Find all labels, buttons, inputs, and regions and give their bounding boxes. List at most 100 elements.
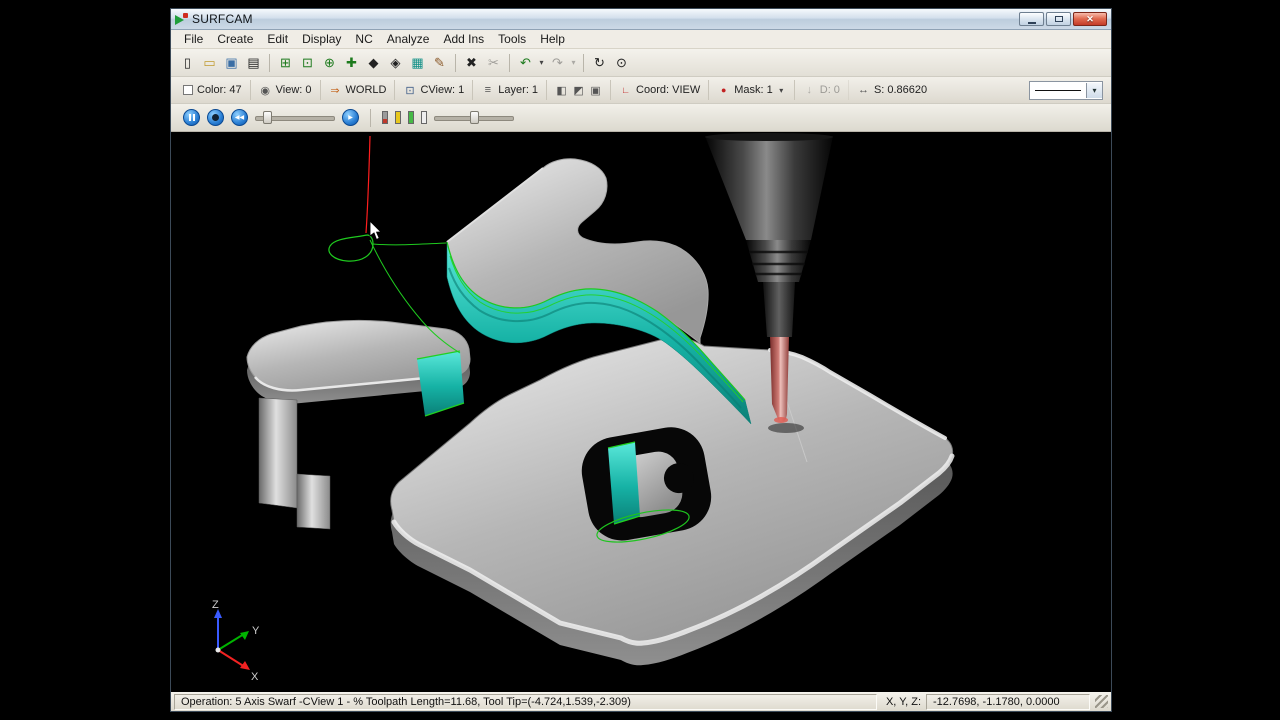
toolbar-separator <box>455 54 456 72</box>
color-checkbox[interactable] <box>183 85 193 95</box>
collet-nut <box>746 240 811 282</box>
stop-button[interactable] <box>207 109 224 126</box>
new-file-icon[interactable]: ▯ <box>177 52 198 73</box>
line-style-combobox[interactable]: ▾ <box>1029 81 1103 100</box>
show-holder-toggle[interactable] <box>395 111 401 124</box>
line-style-caret-icon[interactable]: ▾ <box>1086 83 1102 98</box>
line-style-preview <box>1035 90 1081 91</box>
show-stock-toggle[interactable] <box>408 111 414 124</box>
resize-grip[interactable] <box>1095 695 1108 708</box>
select-icon[interactable]: ⊙ <box>611 52 632 73</box>
xyz-readout: -12.7698, -1.1780, 0.0000 <box>926 694 1090 710</box>
scale-field[interactable]: ↔ S: 0.86620 <box>849 80 935 100</box>
depth-label: D: 0 <box>820 84 840 96</box>
print-icon[interactable]: ▤ <box>243 52 264 73</box>
cview-field[interactable]: ⊡ CView: 1 <box>395 80 473 100</box>
menu-create[interactable]: Create <box>210 31 260 47</box>
depth-icon: ↓ <box>803 84 816 96</box>
construction-view-field[interactable]: ⇒ WORLD <box>321 80 396 100</box>
refresh-icon[interactable]: ↻ <box>589 52 610 73</box>
zoom-window-icon[interactable]: ⊡ <box>297 52 318 73</box>
close-button[interactable]: ✕ <box>1073 12 1107 26</box>
rewind-button[interactable]: ◀◀ <box>231 109 248 126</box>
view-cube-icon[interactable]: ◧ <box>555 84 568 97</box>
zoom-all-icon[interactable]: ⊞ <box>275 52 296 73</box>
simulate-icon[interactable]: ◈ <box>385 52 406 73</box>
pause-button[interactable] <box>183 109 200 126</box>
speed-slider[interactable] <box>434 110 514 125</box>
layers-icon: ≡ <box>481 84 494 96</box>
menu-display[interactable]: Display <box>295 31 348 47</box>
zoom-in-icon[interactable]: ⊕ <box>319 52 340 73</box>
menu-edit[interactable]: Edit <box>260 31 295 47</box>
title-bar[interactable]: SURFCAM ✕ <box>171 9 1111 30</box>
toolbar-separator <box>509 54 510 72</box>
view-mode-group: ◧ ◩ ▣ <box>547 80 611 100</box>
menu-tools[interactable]: Tools <box>491 31 533 47</box>
machined-part <box>247 159 953 665</box>
depth-field[interactable]: ↓ D: 0 <box>795 80 849 100</box>
shade-mode-icon[interactable]: ◩ <box>572 84 585 97</box>
axis-x-label: X <box>251 671 259 683</box>
mask-label: Mask: 1 <box>734 84 773 96</box>
maximize-icon <box>1055 16 1063 22</box>
minimize-button[interactable] <box>1019 12 1044 26</box>
viewport[interactable]: Z Y X <box>171 132 1111 692</box>
simulation-toolbar: ◀◀ ▶ <box>171 104 1111 132</box>
wireframe-mode-icon[interactable]: ▣ <box>589 84 602 97</box>
undo-caret-icon[interactable]: ▾ <box>537 58 546 67</box>
menu-nc[interactable]: NC <box>348 31 379 47</box>
redo-icon[interactable]: ↷ <box>547 52 568 73</box>
color-label: Color: 47 <box>197 84 242 96</box>
toolbar-separator <box>269 54 270 72</box>
part-leg <box>297 474 330 529</box>
world-arrow-icon: ⇒ <box>329 84 342 97</box>
tool-shank <box>763 282 795 337</box>
stop-icon <box>212 114 219 121</box>
maximize-button[interactable] <box>1046 12 1071 26</box>
mask-caret-icon[interactable]: ▾ <box>777 86 786 95</box>
view-field[interactable]: ◉ View: 0 <box>251 80 321 100</box>
toolbar-separator <box>583 54 584 72</box>
xyz-label: X, Y, Z: <box>882 696 921 708</box>
app-logo-icon <box>175 13 188 26</box>
plunge-line <box>366 136 370 233</box>
minimize-icon <box>1028 22 1036 24</box>
progress-slider-thumb[interactable] <box>263 111 272 124</box>
axis-y-label: Y <box>252 625 260 637</box>
menu-file[interactable]: File <box>177 31 210 47</box>
verify-icon[interactable]: ◆ <box>363 52 384 73</box>
delete-icon[interactable]: ✖ <box>461 52 482 73</box>
open-folder-icon[interactable]: ▭ <box>199 52 220 73</box>
show-tool-toggle[interactable] <box>382 111 388 124</box>
layer-field[interactable]: ≡ Layer: 1 <box>473 80 547 100</box>
view-label: View: 0 <box>276 84 312 96</box>
play-button[interactable]: ▶ <box>342 109 359 126</box>
pan-icon[interactable]: ✚ <box>341 52 362 73</box>
show-wireframe-toggle[interactable] <box>421 111 427 124</box>
speed-slider-thumb[interactable] <box>470 111 479 124</box>
window-title: SURFCAM <box>192 12 253 26</box>
color-field[interactable]: Color: 47 <box>175 80 251 100</box>
undo-icon[interactable]: ↶ <box>515 52 536 73</box>
menu-help[interactable]: Help <box>533 31 572 47</box>
menu-analyze[interactable]: Analyze <box>380 31 437 47</box>
save-icon[interactable]: ▣ <box>221 52 242 73</box>
trim-icon[interactable]: ✂ <box>483 52 504 73</box>
pause-icon <box>189 114 195 121</box>
axis-icon: ∟ <box>619 85 632 95</box>
mask-field[interactable]: ● Mask: 1 ▾ <box>709 80 795 100</box>
status-bar: Operation: 5 Axis Swarf -CView 1 - % Too… <box>171 692 1111 711</box>
sketch-icon[interactable]: ✎ <box>429 52 450 73</box>
cut-contact <box>774 417 788 423</box>
axis-triad: Z Y X <box>212 599 260 683</box>
tool-holder <box>705 136 833 240</box>
progress-slider[interactable] <box>255 110 335 125</box>
menu-addins[interactable]: Add Ins <box>436 31 491 47</box>
swarf-wall-left <box>417 351 464 416</box>
material-icon[interactable]: ▦ <box>407 52 428 73</box>
mask-dot-icon: ● <box>717 85 730 95</box>
part-leg <box>259 398 297 508</box>
redo-caret-icon[interactable]: ▾ <box>569 58 578 67</box>
coord-field[interactable]: ∟ Coord: VIEW <box>611 80 709 100</box>
